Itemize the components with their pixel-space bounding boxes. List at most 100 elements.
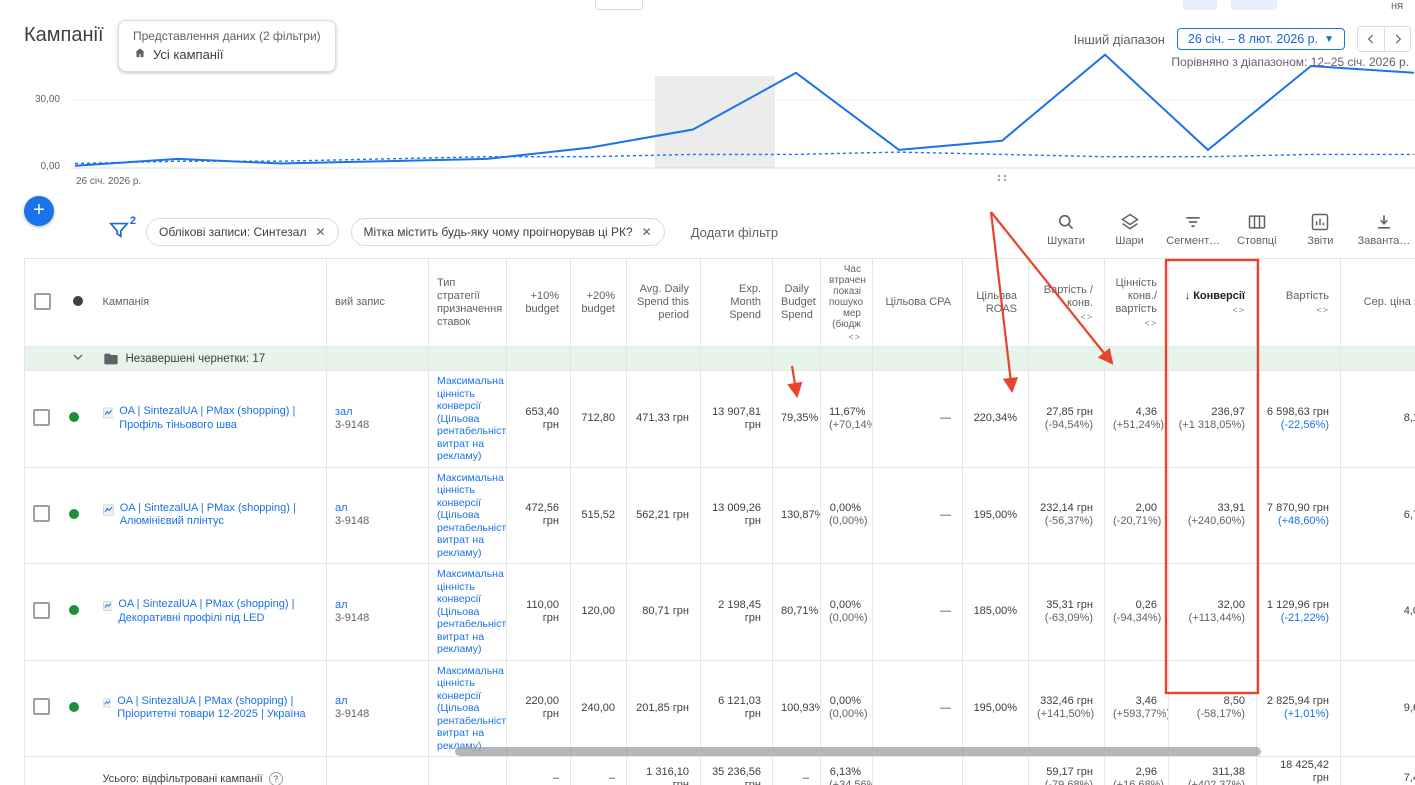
column-header-conv_value_per_cost[interactable]: Цінність конв./ вартість <> — [1104, 258, 1169, 347]
column-header-exp_month[interactable]: Exp. Month Spend — [700, 258, 773, 347]
cell-avg_daily: 1 316,10 грн — [626, 756, 701, 785]
row-checkbox[interactable] — [33, 698, 50, 716]
cell-account: зал 3-9148 — [326, 370, 429, 468]
cell-target_roas: 220,34% — [962, 370, 1029, 468]
close-icon[interactable]: ✕ — [642, 225, 652, 239]
next-range-button[interactable] — [1384, 27, 1410, 51]
column-header-campaign[interactable]: Кампанія — [94, 258, 327, 347]
account-link[interactable]: зал — [335, 406, 420, 419]
reports-icon — [1312, 213, 1329, 231]
filter-chip-label-filter[interactable]: Мітка містить будь-яку чому проігнорував… — [350, 218, 665, 246]
column-header-target_cpa[interactable]: Цільова CPA — [872, 258, 963, 347]
action-label: Шари — [1115, 235, 1144, 247]
column-header-b20[interactable]: +20% budget — [570, 258, 627, 347]
cell-target_cpa: — — [872, 659, 963, 757]
column-header-cost[interactable]: Вартість <> — [1256, 258, 1341, 347]
column-header-account[interactable]: вий запис — [326, 258, 429, 347]
weekend-band — [655, 76, 775, 168]
row-checkbox-cell[interactable] — [24, 466, 61, 564]
row-checkbox[interactable] — [33, 505, 50, 523]
row-checkbox[interactable] — [33, 408, 50, 426]
cell-target_cpa: — — [872, 466, 963, 564]
cell-target_roas: 185,00% — [962, 563, 1029, 661]
cell-daily_budget: 130,87% — [772, 466, 821, 564]
filter-funnel-icon — [108, 222, 130, 239]
cell-avg_price: 9,6 — [1340, 659, 1415, 757]
bid-strategy-link[interactable]: Максимальна цінність конверсії (Цільова … — [437, 375, 506, 462]
status-enabled-icon — [68, 508, 79, 519]
reports-button[interactable]: Звіти — [1289, 212, 1351, 247]
sort-descending-icon: ↓ — [1184, 290, 1191, 302]
cell-avg_daily: 201,85 грн — [626, 659, 701, 757]
download-button[interactable]: Заванта… — [1353, 212, 1415, 247]
bid-strategy-link[interactable]: Максимальна цінність конверсії (Цільова … — [437, 665, 506, 752]
cell-cost: 18 425,42 грн(+2,08%) — [1256, 756, 1341, 785]
cell-exp_month: 13 907,81 грн — [700, 370, 773, 468]
column-header-avg_daily[interactable]: Avg. Daily Spend this period — [626, 258, 701, 347]
column-header-avg_price[interactable]: Сер. ціна з — [1340, 258, 1415, 347]
chevron-down-icon: ▼ — [1324, 33, 1334, 45]
campaign-link[interactable]: OA | SintezalUA | PMax (shopping) | Деко… — [118, 598, 318, 625]
cell-daily_budget: 100,93% — [772, 659, 821, 757]
column-header-conversions[interactable]: ↓ Конверсії <> — [1168, 258, 1257, 347]
column-header-target_roas[interactable]: Цільова ROAS — [962, 258, 1029, 347]
cell-daily_budget: 79,35% — [772, 370, 821, 468]
data-view-filters-label: Представлення даних (2 фільтри) — [133, 29, 321, 43]
layers-button[interactable]: Шари — [1099, 212, 1161, 247]
cell-exp_month: 13 009,26 грн — [700, 466, 773, 564]
column-header-daily_budget[interactable]: Daily Budget Spend — [772, 258, 821, 347]
column-header-lost_search_is[interactable]: Час втрачен показі пошуко мер (бюдж <> — [820, 258, 873, 347]
draft-group-row[interactable]: Незавершені чернетки: 17 — [24, 346, 1415, 371]
cell-target_roas: 195,00% — [962, 466, 1029, 564]
google-ads-campaigns-page: ня Кампанії Представлення даних (2 фільт… — [0, 0, 1415, 785]
compare-icon: <> — [1144, 318, 1157, 328]
column-header-strategy[interactable]: Тип стратегії призначення ставок — [428, 258, 507, 347]
account-link[interactable]: ал — [335, 599, 420, 612]
row-checkbox[interactable] — [33, 601, 50, 619]
column-header-cost_per_conv[interactable]: Вартість / конв. <> — [1028, 258, 1105, 347]
data-view-card[interactable]: Представлення даних (2 фільтри) Усі камп… — [118, 20, 336, 72]
row-checkbox-cell[interactable] — [24, 370, 61, 468]
bid-strategy-link[interactable]: Максимальна цінність конверсії (Цільова … — [437, 568, 506, 655]
chevron-down-icon[interactable] — [70, 349, 86, 365]
close-icon[interactable]: ✕ — [315, 225, 325, 239]
account-link[interactable]: ал — [335, 695, 420, 708]
cell-strategy: Максимальна цінність конверсії (Цільова … — [428, 563, 507, 661]
campaign-type-icon — [102, 698, 112, 708]
cell-conv_value_per_cost: 4,36 (+51,24%) — [1104, 370, 1169, 468]
campaign-link[interactable]: OA | SintezalUA | PMax (shopping) | Проф… — [119, 405, 318, 432]
add-filter-button[interactable]: Додати фільтр — [691, 225, 778, 240]
select-all-checkbox[interactable] — [24, 258, 61, 347]
other-range-label: Інший діапазон — [1073, 31, 1165, 47]
add-campaign-button[interactable]: + — [24, 196, 54, 226]
date-range-picker[interactable]: 26 січ. – 8 лют. 2026 р. ▼ — [1176, 28, 1345, 50]
filter-button[interactable]: 2 — [108, 215, 136, 245]
segment-button[interactable]: Сегмент… — [1162, 212, 1224, 247]
cell-cost_per_conv: 27,85 грн (-94,54%) — [1028, 370, 1105, 468]
cell-conversions: 8,50 (-58,17%) — [1168, 659, 1257, 757]
filter-chip-accounts[interactable]: Облікові записи: Синтезал ✕ — [146, 218, 339, 246]
columns-button[interactable]: Стовпці — [1226, 212, 1288, 247]
cell-strategy: Максимальна цінність конверсії (Цільова … — [428, 466, 507, 564]
totals-label-cell: Усього: відфільтровані кампанії? — [94, 756, 327, 785]
help-icon[interactable]: ? — [268, 771, 283, 785]
bid-strategy-link[interactable]: Максимальна цінність конверсії (Цільова … — [437, 472, 506, 559]
campaign-link[interactable]: OA | SintezalUA | PMax (shopping) | Пріо… — [117, 695, 318, 722]
cropped-top-chip — [1231, 0, 1277, 10]
select-all-checkbox[interactable] — [34, 292, 52, 310]
row-checkbox-cell[interactable] — [24, 659, 61, 757]
cell-target_cpa: — — [872, 370, 963, 468]
column-header-b10[interactable]: +10% budget — [506, 258, 571, 347]
account-link[interactable]: ал — [335, 502, 420, 515]
cell-b10: 110,00 грн — [506, 563, 571, 661]
cell-strategy: Максимальна цінність конверсії (Цільова … — [428, 370, 507, 468]
campaign-link[interactable]: OA | SintezalUA | PMax (shopping) | Алюм… — [120, 502, 318, 529]
prev-range-button[interactable] — [1358, 27, 1384, 51]
cell-cost: 6 598,63 грн (-22,56%) — [1256, 370, 1341, 468]
search-button[interactable]: Шукати — [1035, 212, 1097, 247]
row-checkbox-cell[interactable] — [24, 563, 61, 661]
chart-drag-handle-icon[interactable] — [996, 170, 1008, 188]
status-enabled-icon — [68, 412, 79, 423]
cell-b20: 240,00 — [570, 659, 627, 757]
horizontal-scrollbar[interactable] — [455, 747, 1261, 756]
